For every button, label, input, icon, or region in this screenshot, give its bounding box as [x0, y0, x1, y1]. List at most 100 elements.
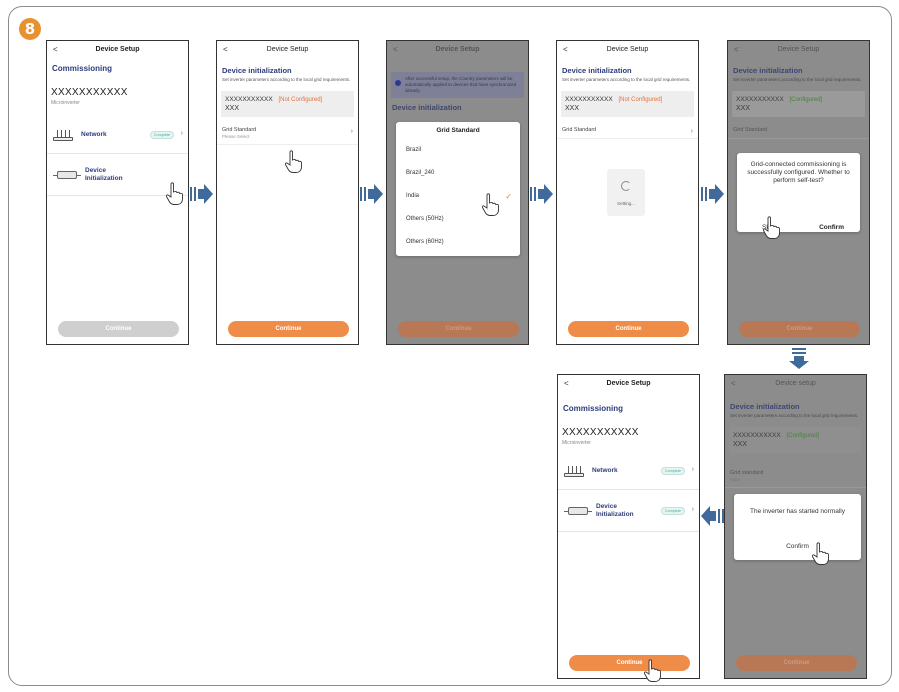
router-icon [53, 129, 73, 141]
notice-text: After successful setup, the Country para… [405, 76, 517, 93]
page-heading: Device initialization [392, 102, 462, 112]
continue-button[interactable]: Continue [398, 321, 519, 337]
screen-setting: < Device Setup Device initialization Set… [556, 40, 699, 345]
info-icon [395, 80, 401, 86]
hand-pointer-icon [165, 182, 183, 205]
grid-standard-row[interactable]: Grid Standard [728, 122, 869, 139]
device-serial: XXXXXXXXXXX [562, 427, 639, 438]
info-notice: After successful setup, the Country para… [391, 72, 524, 98]
confirm-button[interactable]: Confirm [819, 224, 844, 231]
device-initialization-label: Device Initialization [85, 167, 123, 182]
device-model: XXX [733, 440, 748, 448]
self-test-dialog: Grid-connected commissioning is successf… [737, 153, 860, 232]
grid-standard-label: Grid Standard [733, 126, 768, 133]
config-status: [Not Configured] [618, 96, 663, 103]
section-title: Commissioning [52, 64, 113, 73]
network-label: Network [81, 130, 107, 138]
header: < Device Setup [557, 41, 698, 58]
device-serial: XXXXXXXXXXX [51, 87, 128, 98]
network-label: Network [592, 466, 618, 474]
grid-standard-label: Grid Standard [222, 126, 257, 133]
router-icon [564, 465, 584, 477]
arrow-left-icon [701, 506, 724, 526]
header-title: Device Setup [95, 46, 140, 53]
hand-pointer-icon [643, 659, 661, 682]
option-label: India [406, 193, 420, 199]
back-icon[interactable]: < [393, 41, 398, 58]
step-number-badge: 8 [19, 18, 41, 40]
device-card: XXXXXXXXXXX [Configured] XXX [729, 426, 862, 453]
section-title: Commissioning [563, 404, 624, 413]
status-badge: Complete [149, 131, 174, 139]
device-serial: XXXXXXXXXXX [565, 95, 613, 103]
network-row[interactable]: Network Complete › [558, 452, 699, 490]
arrow-right-icon [190, 184, 213, 204]
grid-standard-placeholder: Please Select [222, 133, 250, 139]
option-others-60hz[interactable]: Others (60Hz) [396, 231, 520, 254]
page-description: Set inverter parameters according to the… [562, 77, 691, 82]
header-title: Device Setup [777, 46, 820, 53]
page-heading: Device initialization [222, 66, 292, 75]
grid-standard-row[interactable]: Grid Standard › [557, 122, 698, 139]
device-initialization-label: Device Initialization [596, 503, 634, 518]
microinverter-icon [564, 506, 592, 516]
hand-pointer-icon [284, 150, 302, 173]
continue-button[interactable]: Continue [228, 321, 349, 337]
confirm-button[interactable]: Confirm [734, 543, 861, 550]
grid-standard-label: Grid Standard [562, 126, 597, 133]
back-icon[interactable]: < [563, 41, 568, 58]
option-brazil[interactable]: Brazil [396, 139, 520, 162]
continue-button[interactable]: Continue [739, 321, 860, 337]
hand-pointer-icon [481, 193, 499, 216]
page-heading: Device initialization [730, 402, 800, 411]
grid-standard-row[interactable]: Grid standard India [725, 465, 866, 488]
back-icon[interactable]: < [53, 41, 58, 58]
grid-standard-popup: Grid Standard Brazil Brazil_240 India ✓ … [396, 122, 520, 256]
continue-button[interactable]: Continue [736, 655, 857, 671]
arrow-right-icon [530, 184, 553, 204]
device-model: XXX [565, 104, 580, 112]
page-description: Set inverter parameters according to the… [733, 77, 862, 82]
device-card: XXXXXXXXXXX [Not Configured] XXX [221, 90, 354, 117]
continue-button[interactable]: Continue [568, 321, 689, 337]
back-icon[interactable]: < [731, 375, 736, 392]
arrow-down-icon [789, 348, 809, 369]
device-initialization-row[interactable]: Device Initialization Complete › [558, 490, 699, 532]
chevron-right-icon: › [350, 127, 353, 135]
back-icon[interactable]: < [223, 41, 228, 58]
device-serial: XXXXXXXXXXX [736, 95, 784, 103]
arrow-right-icon [701, 184, 724, 204]
chevron-right-icon: › [690, 127, 693, 135]
popup-title: Grid Standard [436, 127, 480, 134]
grid-standard-label: Grid standard [730, 469, 764, 476]
screen-device-init: < Device Setup Device initialization Set… [216, 40, 359, 345]
device-type: Microinverter [562, 440, 591, 446]
loading-indicator: Setting... [607, 169, 645, 216]
hand-pointer-icon [762, 216, 780, 239]
grid-standard-value: India [730, 476, 740, 482]
loading-text: Setting... [617, 201, 635, 206]
continue-button[interactable]: Continue [569, 655, 690, 671]
header-title: Device setup [775, 380, 816, 387]
header: < Device Setup [558, 375, 699, 392]
device-model: XXX [736, 104, 751, 112]
config-status: [Configured] [789, 96, 823, 103]
device-card: XXXXXXXXXXX [Configured] XXX [732, 90, 865, 117]
screen-commissioning-complete: < Device Setup Commissioning XXXXXXXXXXX… [557, 374, 700, 679]
dialog-message: Grid-connected commissioning is successf… [747, 161, 850, 185]
header-title: Device Setup [266, 46, 309, 53]
check-icon: ✓ [505, 192, 512, 201]
chevron-right-icon: › [180, 130, 183, 137]
page-description: Set inverter parameters according to the… [222, 77, 351, 82]
grid-standard-row[interactable]: Grid Standard Please Select › [217, 122, 358, 145]
chevron-right-icon: › [691, 466, 694, 473]
back-icon[interactable]: < [564, 375, 569, 392]
option-brazil-240[interactable]: Brazil_240 [396, 162, 520, 185]
device-card: XXXXXXXXXXX [Not Configured] XXX [561, 90, 694, 117]
network-row[interactable]: Network Complete › [47, 116, 188, 154]
continue-button[interactable]: Continue [58, 321, 179, 337]
header: < Device Setup [217, 41, 358, 58]
back-icon[interactable]: < [734, 41, 739, 58]
header: < Device setup [725, 375, 866, 392]
inverter-started-dialog: The inverter has started normally Confir… [734, 494, 861, 560]
